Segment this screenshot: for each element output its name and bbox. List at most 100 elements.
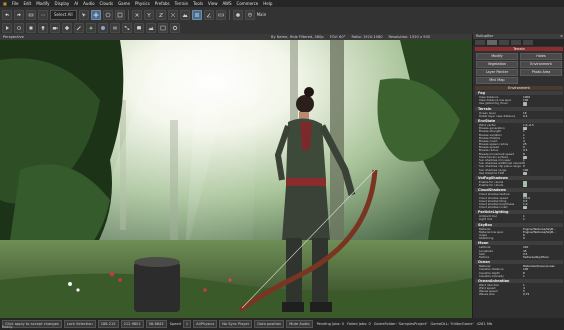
vegetation-icon[interactable]: [86, 23, 96, 33]
select-all-dropdown[interactable]: Select All: [50, 9, 77, 20]
property-value[interactable]: 0.2: [523, 115, 563, 118]
axis-x-icon[interactable]: [131, 9, 142, 20]
environment-button[interactable]: Environment: [520, 61, 562, 68]
photo-area-button[interactable]: Photo Area: [520, 69, 562, 76]
menu-item-prefabs[interactable]: Prefabs: [155, 1, 170, 6]
menu-item-file[interactable]: File: [12, 1, 19, 6]
terrain-editor-icon[interactable]: [146, 23, 156, 33]
property-row[interactable]: Waves size 0.75: [479, 293, 563, 296]
property-row[interactable]: Light mul 1: [479, 218, 563, 221]
property-row[interactable]: Cloud shadow invert: [479, 206, 563, 210]
redo-icon[interactable]: [14, 9, 24, 20]
section-skybox[interactable]: SkyBox: [475, 222, 563, 227]
property-value[interactable]: 0: [523, 237, 563, 240]
property-value[interactable]: 1: [523, 275, 563, 278]
viewport-3d[interactable]: [0, 40, 472, 318]
property-value[interactable]: Textures/Sky/Moon: [523, 256, 563, 259]
menu-item-commerce[interactable]: Commerce: [237, 1, 259, 6]
menu-item-physics[interactable]: Physics: [135, 1, 150, 6]
coord-y-field[interactable]: 212.9801: [120, 320, 144, 328]
menu-item-clouds[interactable]: Clouds: [100, 1, 114, 6]
property-value[interactable]: [523, 102, 563, 106]
menu-item-aws[interactable]: AWS: [223, 1, 232, 6]
property-row[interactable]: Caustics intensity 1: [479, 275, 563, 278]
property-value[interactable]: [523, 184, 563, 188]
mini-map-button[interactable]: Mini Map: [476, 77, 518, 84]
camera-icon[interactable]: [50, 23, 60, 33]
coord-z-field[interactable]: 58.8843: [145, 320, 167, 328]
menu-item-game[interactable]: Game: [118, 1, 130, 6]
property-value[interactable]: 1: [523, 218, 563, 221]
menu-item-modify[interactable]: Modify: [36, 1, 49, 6]
select-icon[interactable]: [78, 9, 89, 20]
menu-item-help[interactable]: Help: [263, 1, 272, 6]
physics-icon[interactable]: [14, 23, 24, 33]
flow-graph-icon[interactable]: [122, 23, 132, 33]
section-cloudshadows[interactable]: CloudShadows: [475, 188, 563, 193]
environment-header[interactable]: Environment: [475, 86, 563, 90]
tab-terrain-icon[interactable]: [487, 40, 497, 45]
checkbox-icon[interactable]: [523, 102, 527, 106]
close-icon[interactable]: ×: [560, 34, 563, 39]
menu-item-audio[interactable]: Audio: [83, 1, 94, 6]
section-moon[interactable]: Moon: [475, 241, 563, 246]
tab-display-icon[interactable]: [511, 40, 521, 45]
tab-layers-icon[interactable]: [523, 40, 533, 45]
axis-y-icon[interactable]: [143, 9, 154, 20]
property-row[interactable]: Use linked to TOD: [479, 171, 563, 175]
unlink-icon[interactable]: [38, 9, 48, 20]
ai-icon[interactable]: [26, 23, 36, 33]
section-terrain[interactable]: Terrain: [475, 106, 563, 111]
goto-position-button[interactable]: Goto position: [254, 320, 285, 328]
track-view-icon[interactable]: [110, 23, 120, 33]
scale-icon[interactable]: [114, 9, 125, 20]
vegetation-button[interactable]: Vegetation: [476, 61, 518, 68]
menu-item-display[interactable]: Display: [55, 1, 70, 6]
entity-icon[interactable]: [62, 23, 72, 33]
section-oceananimation[interactable]: OceanAnimation: [475, 278, 563, 283]
brush-icon[interactable]: [74, 23, 84, 33]
object-icon[interactable]: [232, 9, 243, 20]
holes-button[interactable]: Holes: [520, 53, 562, 60]
property-value[interactable]: 0.75: [523, 293, 563, 296]
undo-icon[interactable]: [2, 9, 12, 20]
move-icon[interactable]: [90, 9, 101, 20]
coord-x-field[interactable]: 188.215: [97, 320, 119, 328]
menu-item-ai[interactable]: AI: [74, 1, 78, 6]
section-particlelighting[interactable]: ParticleLighting: [475, 210, 563, 215]
mute-audio-button[interactable]: Mute Audio: [286, 320, 313, 328]
checkbox-icon[interactable]: [523, 171, 527, 175]
property-row[interactable]: Texture Textures/Sky/Moon: [479, 256, 563, 259]
tab-modeling-icon[interactable]: [499, 40, 509, 45]
ruler-icon[interactable]: [215, 9, 226, 20]
section-ocean[interactable]: Ocean: [475, 260, 563, 265]
menu-item-edit[interactable]: Edit: [23, 1, 31, 6]
layer-painter-button[interactable]: Layer Painter: [476, 69, 518, 76]
rotate-icon[interactable]: [102, 9, 113, 20]
no-sync-player-button[interactable]: No Sync Player: [219, 320, 253, 328]
axis-xy-icon[interactable]: [167, 9, 178, 20]
ai-physics-button[interactable]: AI/Physics: [193, 320, 218, 328]
menu-item-view[interactable]: View: [208, 1, 218, 6]
layer-icon[interactable]: [244, 9, 255, 20]
section-envstate[interactable]: EnvState: [475, 118, 563, 123]
checkbox-icon[interactable]: [523, 206, 527, 210]
settings-icon[interactable]: [170, 23, 180, 33]
menu-item-tools[interactable]: Tools: [193, 1, 203, 6]
modify-button[interactable]: Modify: [476, 53, 518, 60]
speed-field[interactable]: 1: [182, 320, 192, 328]
viewport-title[interactable]: Perspective: [3, 35, 263, 39]
property-value[interactable]: [523, 206, 563, 210]
terrain-snap-icon[interactable]: [179, 9, 190, 20]
panel-section-header[interactable]: Terrain: [475, 47, 563, 51]
section-volfogshadows[interactable]: VolFogShadows: [475, 175, 563, 180]
property-row[interactable]: Use global fog (true): [479, 102, 563, 106]
axis-z-icon[interactable]: [155, 9, 166, 20]
snap-to-grid-icon[interactable]: [191, 9, 202, 20]
property-row[interactable]: Detail layer view distance 0.2: [479, 115, 563, 118]
lighting-icon[interactable]: [38, 23, 48, 33]
link-icon[interactable]: [26, 9, 36, 20]
material-icon[interactable]: [98, 23, 108, 33]
database-icon[interactable]: [134, 23, 144, 33]
game-mode-icon[interactable]: [2, 23, 12, 33]
